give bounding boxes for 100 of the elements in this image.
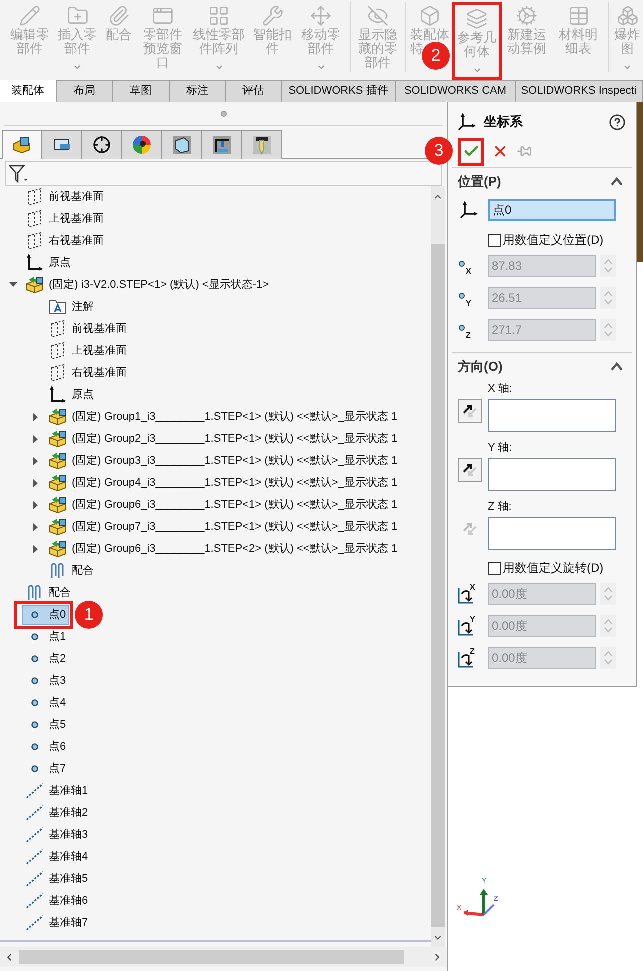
tree-item[interactable]: 前视基准面 — [22, 187, 107, 207]
tree-item[interactable]: 注解 — [45, 297, 97, 317]
grid-icon — [208, 5, 230, 27]
button-label: 部件 — [308, 42, 334, 56]
tree-item[interactable]: (固定) Group2_i3________1.STEP<1> (默认) <<默认>_显示状态 1 — [45, 429, 401, 449]
button-label: 细表 — [566, 42, 592, 56]
ribbon-tab[interactable]: 草图 — [113, 80, 170, 102]
axis-icon — [26, 827, 44, 843]
tree-item[interactable]: (固定) Group4_i3________1.STEP<1> (默认) <<默认>_显示状态 1 — [45, 473, 401, 493]
tree-item[interactable]: 前视基准面 — [45, 319, 130, 339]
panel-tab[interactable] — [242, 130, 282, 159]
tree-item[interactable]: (固定) Group3_i3________1.STEP<1> (默认) <<默认>_显示状态 1 — [45, 451, 401, 471]
assembly-icon — [48, 518, 68, 536]
gears-icon — [516, 5, 538, 27]
ribbon-tab[interactable]: 评估 — [226, 80, 282, 102]
panel-tab[interactable] — [162, 130, 202, 159]
panel-tab[interactable] — [122, 130, 162, 159]
button-label: 预览窗 — [144, 42, 182, 56]
selection-box[interactable] — [488, 399, 616, 432]
tree-item[interactable]: 点1 — [22, 627, 70, 647]
tree-item[interactable]: (固定) Group7_i3________1.STEP<1> (默认) <<默认>_显示状态 1 — [45, 517, 401, 537]
tree-item[interactable]: 上视基准面 — [22, 209, 107, 229]
panel-tab[interactable] — [202, 130, 242, 159]
vertical-scrollbar[interactable] — [431, 186, 445, 947]
coordinate-system-icon — [460, 201, 478, 219]
tree-item[interactable]: 基准轴7 — [22, 913, 92, 933]
panel-tab[interactable] — [82, 130, 122, 159]
tree-item[interactable]: 原点 — [45, 385, 97, 405]
help-icon[interactable] — [609, 114, 626, 130]
panel-tab[interactable] — [2, 130, 42, 159]
panel-tab[interactable] — [42, 130, 82, 159]
button-label: 部件 — [64, 42, 90, 56]
axis-label: Y 轴: — [487, 441, 514, 456]
tree-item[interactable]: (固定) i3-V2.0.STEP<1> (默认) <显示状态-1> — [22, 275, 272, 295]
button-label: 动算例 — [508, 42, 546, 56]
color-wheel-icon — [132, 135, 152, 155]
checkbox[interactable] — [488, 562, 501, 574]
ribbon-tab[interactable]: 布局 — [57, 80, 113, 102]
tree-item[interactable]: 原点 — [22, 253, 74, 273]
tree-item[interactable]: 基准轴5 — [22, 869, 92, 889]
tree-item[interactable]: 基准轴3 — [22, 825, 92, 845]
table-icon — [568, 5, 590, 27]
button-label: 件 — [266, 42, 279, 56]
up-down-arrows-icon — [604, 586, 612, 602]
tree-item[interactable]: 基准轴2 — [22, 803, 92, 823]
tree-item[interactable]: (固定) Group6_i3________1.STEP<1> (默认) <<默认>_显示状态 1 — [45, 495, 401, 515]
splitter-handle[interactable] — [220, 110, 226, 116]
ribbon-tab[interactable]: 装配体 — [0, 80, 57, 102]
reverse-direction-button[interactable] — [458, 458, 482, 482]
ribbon-tab[interactable]: SOLIDWORKS 插件 — [282, 80, 396, 102]
ribbon-tab[interactable]: 标注 — [170, 80, 226, 102]
point-icon — [31, 765, 39, 773]
tree-item[interactable]: 点2 — [22, 649, 70, 669]
wrench-icon — [262, 5, 284, 27]
move-icon — [310, 5, 332, 27]
horizontal-scrollbar[interactable] — [0, 947, 447, 967]
filter-icon[interactable] — [9, 164, 29, 182]
tree-item[interactable]: 配合 — [22, 583, 74, 603]
crosshair-icon — [92, 136, 110, 154]
button-label: 部件 — [365, 56, 391, 70]
ribbon-tab[interactable]: SOLIDWORKS Inspecti — [516, 80, 643, 102]
tree-item[interactable]: 上视基准面 — [45, 341, 130, 361]
tree-item[interactable]: 基准轴6 — [22, 891, 92, 911]
tree-item[interactable]: 右视基准面 — [45, 363, 130, 383]
axis-label: X 轴: — [487, 382, 514, 397]
window-icon — [152, 5, 174, 27]
tree-item[interactable]: 点0 — [22, 605, 70, 625]
reverse-direction-button[interactable] — [458, 399, 482, 423]
pin-icon — [517, 144, 532, 159]
tree-item[interactable]: 点3 — [22, 671, 70, 691]
axis-icon — [26, 893, 44, 909]
paperclip-icon — [49, 562, 67, 580]
button-label: 特 — [410, 42, 424, 56]
tree-item[interactable]: (固定) Group1_i3________1.STEP<1> (默认) <<默认>_显示状态 1 — [45, 407, 401, 427]
tree-item[interactable]: 配合 — [45, 561, 97, 581]
selection-field[interactable]: 点0 — [488, 199, 616, 221]
axis-icon — [26, 915, 44, 931]
tree-item[interactable]: 点7 — [22, 759, 70, 779]
layers-icon — [466, 8, 488, 30]
ribbon-tab[interactable]: SOLIDWORKS CAM — [396, 80, 516, 102]
tree-item[interactable]: (固定) Group6_i3________1.STEP<2> (默认) <<默认>_显示状态 1 — [45, 539, 401, 559]
checkbox[interactable] — [488, 234, 501, 246]
point-icon — [31, 677, 39, 685]
selection-box[interactable] — [488, 458, 616, 491]
assembly-icon — [25, 276, 45, 294]
tree-item[interactable]: 点4 — [22, 693, 70, 713]
tree-item[interactable]: 基准轴4 — [22, 847, 92, 867]
origin-icon — [26, 254, 44, 272]
origin-icon — [49, 386, 67, 404]
button-label: 部件 — [17, 42, 43, 56]
tree-item[interactable]: 点6 — [22, 737, 70, 757]
selection-box[interactable] — [488, 517, 616, 550]
tree-item[interactable]: 基准轴1 — [22, 781, 92, 801]
checkbox-label: 用数值定义旋转(D) — [503, 560, 604, 577]
tree-item[interactable]: 点5 — [22, 715, 70, 735]
tree-item[interactable]: 右视基准面 — [22, 231, 107, 251]
button-label: 移动零 — [302, 28, 340, 42]
button-label: 零部件 — [144, 28, 182, 42]
button-label: 口 — [156, 56, 170, 70]
section-title: 方向(O) — [458, 358, 503, 376]
